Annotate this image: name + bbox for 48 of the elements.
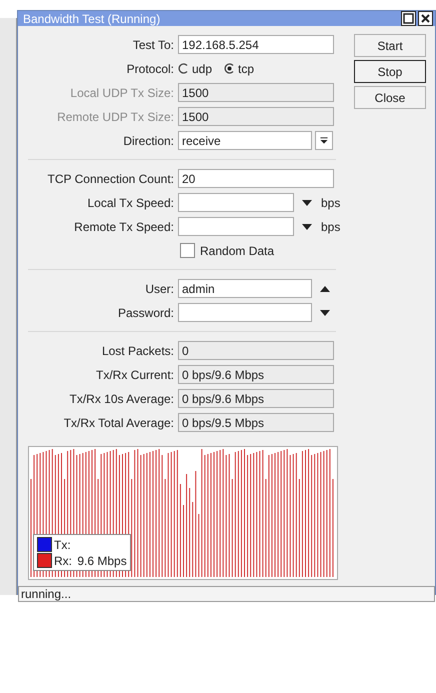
action-button[interactable]: Close <box>354 86 426 109</box>
field-label: Direction: <box>122 134 175 148</box>
unit-label: bps <box>321 196 340 210</box>
close-button[interactable] <box>418 11 433 26</box>
readout-field: 0 bps/9.6 Mbps <box>178 389 334 408</box>
legend-label: Tx: <box>54 538 71 552</box>
input-field[interactable] <box>178 193 294 212</box>
action-button[interactable]: Start <box>354 34 426 57</box>
readout-field: 0 bps/9.5 Mbps <box>178 413 334 432</box>
readout-field: 0 bps/9.6 Mbps <box>178 365 334 384</box>
radio-label: tcp <box>238 62 254 76</box>
field-label: Tx/Rx Total Average: <box>62 416 175 430</box>
field-label: Remote Tx Speed: <box>73 220 175 234</box>
field-label: Tx/Rx 10s Average: <box>68 392 175 406</box>
field-label: Protocol: <box>126 62 175 76</box>
dropdown-button[interactable] <box>315 131 333 150</box>
field-label: Remote UDP Tx Size: <box>56 110 175 124</box>
window-title: Bandwidth Test (Running) <box>23 12 162 26</box>
caret-up-icon[interactable] <box>320 286 330 292</box>
radio-label: udp <box>192 62 212 76</box>
legend-label: Rx: <box>54 554 72 568</box>
checkbox[interactable] <box>180 243 195 258</box>
input-field[interactable]: admin <box>178 279 312 298</box>
input-field[interactable]: 192.168.5.254 <box>178 35 334 54</box>
input-field[interactable] <box>178 303 312 322</box>
field-label: User: <box>144 282 175 296</box>
readout-field: 0 <box>178 341 334 360</box>
field-label: Tx/Rx Current: <box>94 368 175 382</box>
legend-value: 9.6 Mbps <box>76 554 127 568</box>
field-label: Test To: <box>132 38 175 52</box>
checkbox-label: Random Data <box>200 244 274 258</box>
radio-button[interactable] <box>178 63 189 74</box>
status-text: running... <box>21 587 72 601</box>
maximize-button[interactable] <box>401 11 416 26</box>
action-button[interactable]: Stop <box>354 60 426 83</box>
field-label: Local UDP Tx Size: <box>69 86 175 100</box>
radio-button[interactable] <box>224 63 236 74</box>
unit-label: bps <box>321 220 340 234</box>
input-field[interactable] <box>178 217 294 236</box>
dropdown-arrow-icon[interactable] <box>302 200 312 206</box>
dropdown-field[interactable]: receive <box>178 131 312 150</box>
field-label: Lost Packets: <box>100 344 175 358</box>
caret-down-icon[interactable] <box>320 310 330 316</box>
field-label: Local Tx Speed: <box>86 196 175 210</box>
field-label: TCP Connection Count: <box>46 172 175 186</box>
dropdown-arrow-icon[interactable] <box>302 224 312 230</box>
input-field[interactable]: 20 <box>178 169 334 188</box>
field-label: Password: <box>116 306 175 320</box>
